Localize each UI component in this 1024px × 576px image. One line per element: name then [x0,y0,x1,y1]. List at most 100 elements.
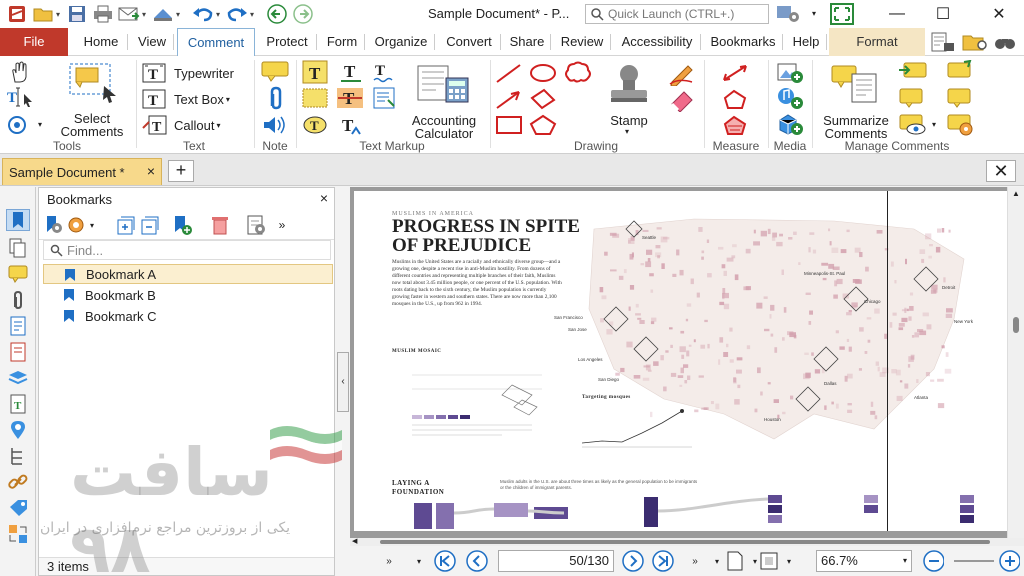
perimeter-tool-icon[interactable] [720,88,750,115]
single-page-view-icon[interactable] [724,550,746,572]
status-options-icon[interactable]: » [378,550,400,572]
email-dropdown-icon[interactable]: ▾ [142,10,150,19]
zoom-out-button[interactable] [922,550,944,572]
highlight-area-icon[interactable] [302,86,328,113]
layers-panel-icon[interactable] [6,367,30,389]
new-tab-button[interactable]: + [168,160,194,182]
destinations-panel-icon[interactable] [6,341,30,363]
structure-panel-icon[interactable] [6,445,30,467]
save-icon[interactable] [66,3,88,25]
zoom-slider[interactable] [954,560,994,562]
back-view-icon[interactable] [266,3,288,25]
zoom-dropdown-icon[interactable]: ▾ [903,551,907,571]
email-icon[interactable] [118,3,140,25]
last-page-button[interactable] [652,550,674,572]
quick-launch-input[interactable]: Quick Launch (CTRL+.) [585,4,769,24]
customize-dropdown-icon[interactable]: ▾ [812,9,816,18]
area-tool-icon[interactable] [720,114,750,139]
tab-share[interactable]: Share [503,28,551,56]
status-nav-more-icon[interactable]: » [684,550,706,572]
redo-dropdown-icon[interactable]: ▾ [250,10,258,19]
delete-bookmark-icon[interactable] [209,214,231,236]
comment-list-icon[interactable] [946,86,976,111]
undo-dropdown-icon[interactable]: ▾ [216,10,224,19]
fit-page-icon[interactable] [758,550,780,572]
links-panel-icon[interactable] [6,471,30,493]
close-all-tabs-button[interactable]: ✕ [986,160,1016,182]
bookmark-properties-icon[interactable] [245,214,267,236]
line-tool-icon[interactable] [494,62,524,87]
rectangle-tool-icon[interactable] [494,114,524,139]
collapse-panel-handle[interactable]: ‹ [337,352,349,412]
snapshot-icon[interactable] [6,114,30,139]
comment-flatten-icon[interactable] [946,59,976,85]
page-number-input[interactable]: 50/130 [498,550,614,572]
summarize-comments-button[interactable]: Summarize Comments [818,60,894,140]
tab-format[interactable]: Format [829,28,925,56]
oval-tool-icon[interactable] [528,62,558,87]
open-icon[interactable] [32,3,54,25]
stamp-button[interactable]: Stamp ▾ [598,60,660,138]
bookmarks-panel-icon[interactable] [6,209,30,231]
bookmark-item[interactable]: Bookmark A [43,264,333,284]
text-box-dropdown-icon[interactable]: ▾ [226,95,230,104]
scroll-left-icon[interactable]: ◀ [352,537,357,545]
scan-icon[interactable] [152,3,174,25]
hand-tool-icon[interactable] [8,60,32,87]
add-sound-icon[interactable] [776,86,804,113]
print-icon[interactable] [92,3,114,25]
cloud-tool-icon[interactable] [562,60,592,87]
horizontal-scrollbar[interactable]: ◀ [350,538,1024,546]
polygon-tool-icon[interactable] [528,88,558,113]
pages-panel-icon[interactable] [6,237,30,259]
scrollbar-thumb[interactable] [1013,317,1019,333]
app-logo-icon[interactable] [6,3,28,25]
tab-form[interactable]: Form [319,28,365,56]
content-panel-icon[interactable] [6,315,30,337]
close-tab-button[interactable]: × [147,163,155,179]
zoom-in-button[interactable] [998,550,1020,572]
tab-home[interactable]: Home [74,28,128,56]
add-3d-icon[interactable] [776,112,804,139]
tab-protect[interactable]: Protect [257,28,317,56]
text-box-button[interactable]: T Text Box ▾ [142,88,230,110]
fullscreen-icon[interactable] [830,3,854,28]
compare-panel-icon[interactable] [6,523,30,545]
export-comments-icon[interactable] [898,86,928,111]
show-comments-icon[interactable] [898,112,928,139]
fields-panel-icon[interactable]: T [6,393,30,415]
sticky-note-icon[interactable] [260,60,290,85]
insert-text-icon[interactable]: T [338,114,364,141]
strikeout-text-icon[interactable]: T [336,86,364,113]
undo-icon[interactable] [192,3,214,25]
tab-organize[interactable]: Organize [367,28,435,56]
redo-icon[interactable] [226,3,248,25]
arrow-tool-icon[interactable] [494,88,524,113]
stamp-dropdown-icon[interactable]: ▾ [625,127,629,136]
bookmark-options-icon[interactable] [43,214,65,236]
next-page-button[interactable] [622,550,644,572]
zoom-level-select[interactable]: 66.7% ▾ [816,550,912,572]
tab-review[interactable]: Review [553,28,611,56]
expand-bookmarks-icon[interactable] [115,214,137,236]
status-dropdown-icon[interactable]: ▾ [408,550,430,572]
highlight-text-icon[interactable]: T [302,60,328,87]
add-bookmark-icon[interactable] [171,214,193,236]
tab-view[interactable]: View [130,28,174,56]
quick-edit-icon[interactable] [930,31,956,56]
comments-panel-icon[interactable] [6,263,30,285]
callout-dropdown-icon[interactable]: ▾ [216,121,220,130]
document-view[interactable]: MUSLIMS IN AMERICA PROGRESS IN SPITE OF … [350,187,1024,538]
first-page-button[interactable] [434,550,456,572]
snapshot-dropdown-icon[interactable]: ▾ [38,120,42,129]
show-comments-dropdown-icon[interactable]: ▾ [932,120,936,129]
tags-panel-icon[interactable] [6,497,30,519]
more-options-icon[interactable]: » [271,214,293,236]
pentagon-tool-icon[interactable] [528,114,558,139]
select-comments-button[interactable]: Select Comments [56,60,128,138]
accounting-calculator-button[interactable]: Accounting Calculator [404,60,484,140]
bookmark-settings-icon[interactable] [65,214,87,236]
binoculars-icon[interactable] [994,33,1016,54]
close-bookmarks-panel-button[interactable]: × [320,190,328,206]
distance-tool-icon[interactable] [720,62,750,87]
